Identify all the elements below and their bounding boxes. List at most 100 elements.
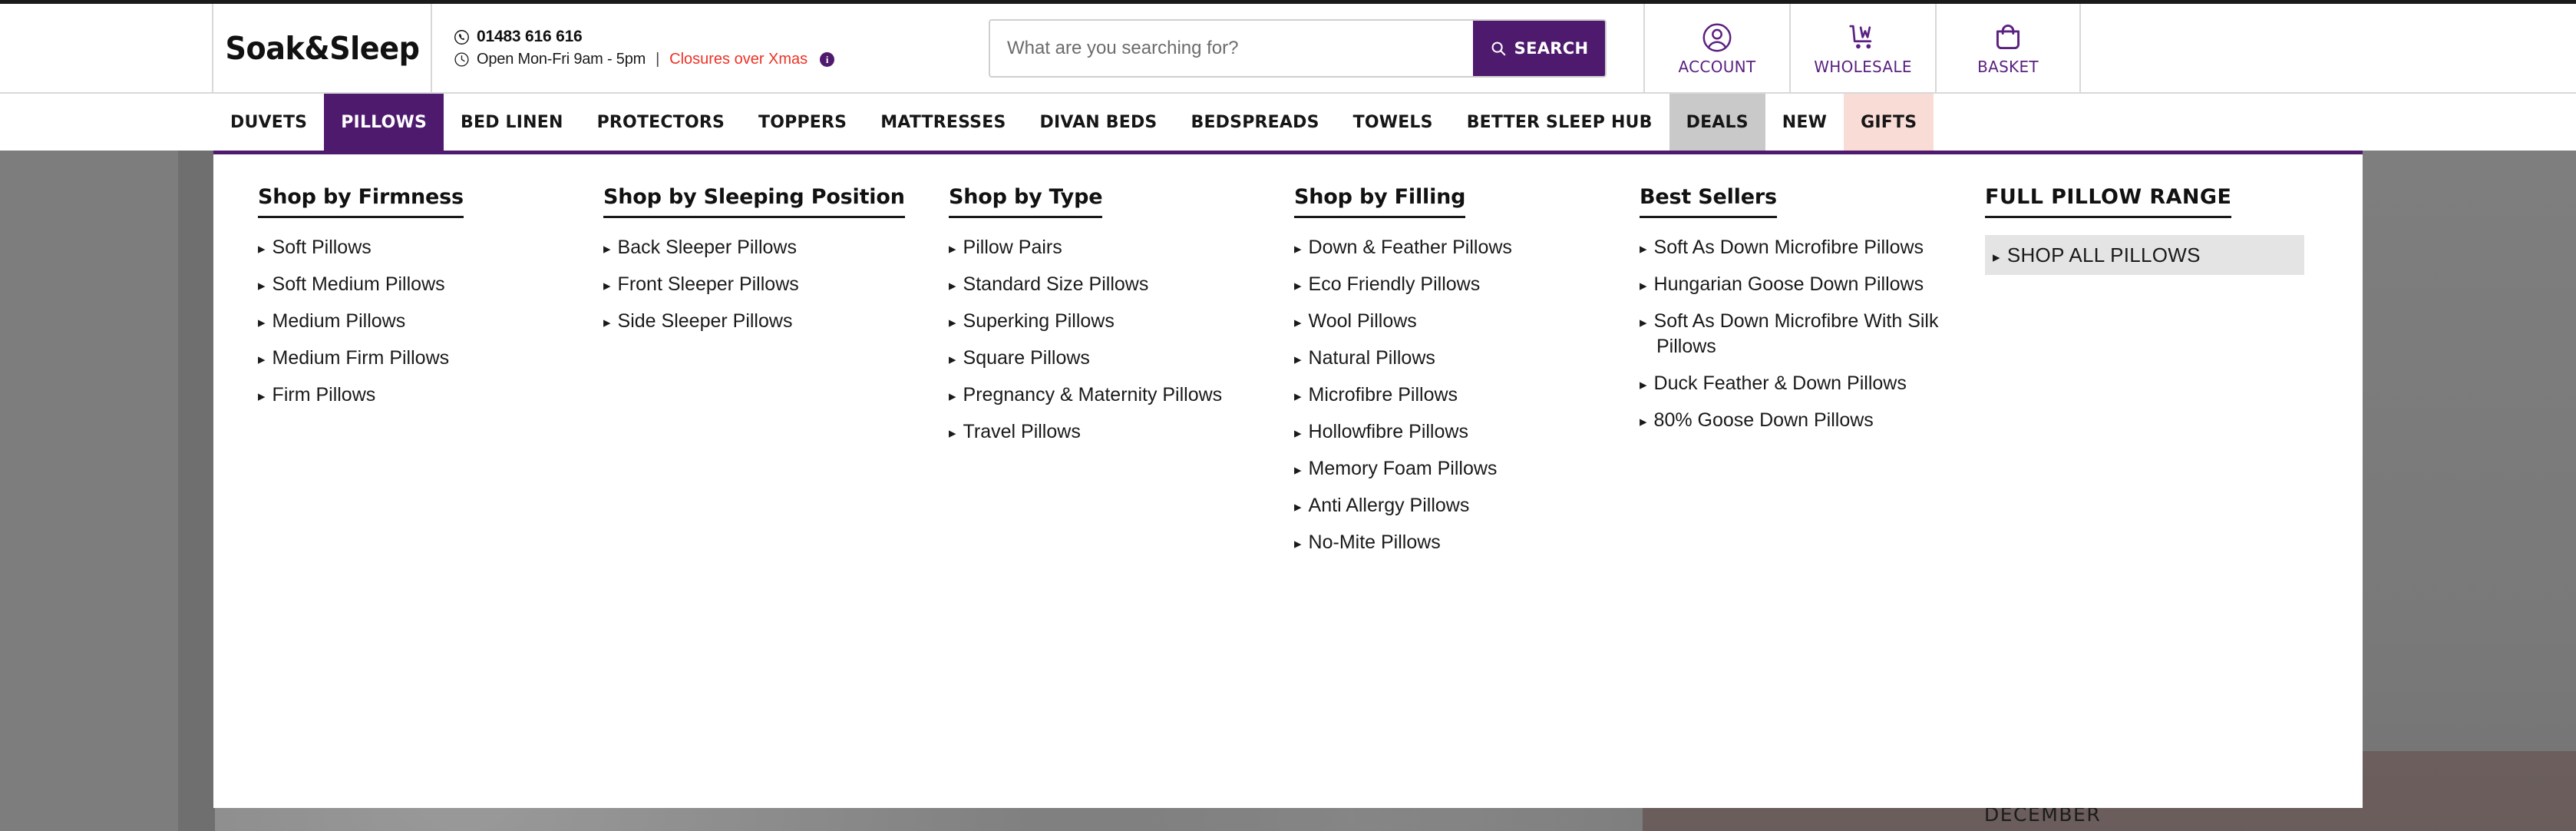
list-item: Eco Friendly Pillows [1294, 272, 1621, 297]
link-firm-pillows[interactable]: Firm Pillows [258, 382, 585, 408]
link-no-mite-pillows[interactable]: No-Mite Pillows [1294, 530, 1621, 555]
utility-nav: ACCOUNT WHOLESALE BASKET [1643, 4, 2081, 92]
list-item: 80% Goose Down Pillows [1640, 408, 1967, 433]
list-item: Firm Pillows [258, 382, 585, 408]
list-item: Hungarian Goose Down Pillows [1640, 272, 1967, 297]
column-best-sellers: Best Sellers Soft As Down Microfibre Pil… [1640, 185, 1985, 445]
column-heading: Best Sellers [1640, 185, 1777, 218]
list-item: Duck Feather & Down Pillows [1640, 371, 1967, 396]
list-item: Travel Pillows [949, 419, 1276, 445]
phone-number: 01483 616 616 [477, 28, 583, 45]
link-eco-friendly-pillows[interactable]: Eco Friendly Pillows [1294, 272, 1621, 297]
nav-item-bedspreads[interactable]: BEDSPREADS [1174, 94, 1336, 151]
list-item: SHOP ALL PILLOWS [1985, 235, 2304, 276]
column-heading: FULL PILLOW RANGE [1985, 185, 2232, 218]
nav-item-towels[interactable]: TOWELS [1336, 94, 1450, 151]
link-pregnancy-maternity-pillows[interactable]: Pregnancy & Maternity Pillows [949, 382, 1276, 408]
link-side-sleeper-pillows[interactable]: Side Sleeper Pillows [603, 309, 930, 334]
type-list: Pillow Pairs Standard Size Pillows Super… [949, 235, 1276, 445]
link-duck-feather-down-pillows[interactable]: Duck Feather & Down Pillows [1640, 371, 1967, 396]
list-item: Standard Size Pillows [949, 272, 1276, 297]
phone-line[interactable]: 01483 616 616 [454, 28, 989, 46]
info-icon[interactable]: i [820, 52, 835, 67]
shopping-cart-w-icon [1846, 21, 1880, 55]
nav-item-toppers[interactable]: TOPPERS [741, 94, 864, 151]
link-soft-as-down-microfibre-with-silk-pillows[interactable]: Soft As Down Microfibre With Silk Pillow… [1640, 309, 1967, 359]
list-item: Wool Pillows [1294, 309, 1621, 334]
nav-item-deals[interactable]: DEALS [1669, 94, 1765, 151]
nav-item-duvets[interactable]: DUVETS [213, 94, 324, 151]
column-heading: Shop by Type [949, 185, 1103, 218]
link-wool-pillows[interactable]: Wool Pillows [1294, 309, 1621, 334]
column-shop-by-type: Shop by Type Pillow Pairs Standard Size … [949, 185, 1294, 456]
list-item: Medium Pillows [258, 309, 585, 334]
link-medium-firm-pillows[interactable]: Medium Firm Pillows [258, 346, 585, 371]
page-root: DECEMBER Soak&Sleep 01483 616 616 Open M… [0, 0, 2576, 831]
list-item: Memory Foam Pillows [1294, 456, 1621, 482]
link-standard-size-pillows[interactable]: Standard Size Pillows [949, 272, 1276, 297]
hours-separator: | [656, 51, 660, 68]
primary-nav: DUVETS PILLOWS BED LINEN PROTECTORS TOPP… [0, 94, 2576, 151]
list-item: Down & Feather Pillows [1294, 235, 1621, 260]
link-square-pillows[interactable]: Square Pillows [949, 346, 1276, 371]
link-shop-all-pillows[interactable]: SHOP ALL PILLOWS [1985, 235, 2304, 276]
logo-text: Soak&Sleep [225, 29, 419, 67]
position-list: Back Sleeper Pillows Front Sleeper Pillo… [603, 235, 930, 334]
column-heading: Shop by Sleeping Position [603, 185, 905, 218]
link-hollowfibre-pillows[interactable]: Hollowfibre Pillows [1294, 419, 1621, 445]
nav-item-gifts[interactable]: GIFTS [1844, 94, 1934, 151]
column-shop-by-filling: Shop by Filling Down & Feather Pillows E… [1294, 185, 1640, 567]
shopping-bag-icon [1991, 21, 2025, 55]
column-shop-by-sleeping-position: Shop by Sleeping Position Back Sleeper P… [603, 185, 949, 346]
link-pillow-pairs[interactable]: Pillow Pairs [949, 235, 1276, 260]
pillows-mega-menu: Shop by Firmness Soft Pillows Soft Mediu… [213, 151, 2363, 808]
link-back-sleeper-pillows[interactable]: Back Sleeper Pillows [603, 235, 930, 260]
nav-item-divan-beds[interactable]: DIVAN BEDS [1023, 94, 1174, 151]
search-button-label: SEARCH [1514, 38, 1589, 58]
link-down-feather-pillows[interactable]: Down & Feather Pillows [1294, 235, 1621, 260]
search-button[interactable]: SEARCH [1473, 20, 1605, 76]
column-heading: Shop by Firmness [258, 185, 464, 218]
column-heading: Shop by Filling [1294, 185, 1465, 218]
nav-item-new[interactable]: NEW [1765, 94, 1844, 151]
link-soft-as-down-microfibre-pillows[interactable]: Soft As Down Microfibre Pillows [1640, 235, 1967, 260]
account-label: ACCOUNT [1678, 57, 1756, 76]
logo[interactable]: Soak&Sleep [213, 4, 432, 92]
list-item: No-Mite Pillows [1294, 530, 1621, 555]
nav-item-better-sleep-hub[interactable]: BETTER SLEEP HUB [1450, 94, 1669, 151]
link-anti-allergy-pillows[interactable]: Anti Allergy Pillows [1294, 493, 1621, 518]
contact-block: 01483 616 616 Open Mon-Fri 9am - 5pm | C… [432, 4, 989, 92]
list-item: Anti Allergy Pillows [1294, 493, 1621, 518]
link-microfibre-pillows[interactable]: Microfibre Pillows [1294, 382, 1621, 408]
link-hungarian-goose-down-pillows[interactable]: Hungarian Goose Down Pillows [1640, 272, 1967, 297]
nav-item-bed-linen[interactable]: BED LINEN [444, 94, 580, 151]
link-front-sleeper-pillows[interactable]: Front Sleeper Pillows [603, 272, 930, 297]
list-item: Back Sleeper Pillows [603, 235, 930, 260]
user-circle-icon [1700, 21, 1734, 55]
closures-link[interactable]: Closures over Xmas [669, 51, 807, 68]
search-block: SEARCH [989, 4, 1607, 92]
wholesale-button[interactable]: WHOLESALE [1789, 4, 1935, 92]
link-travel-pillows[interactable]: Travel Pillows [949, 419, 1276, 445]
link-memory-foam-pillows[interactable]: Memory Foam Pillows [1294, 456, 1621, 482]
phone-icon [454, 29, 470, 45]
link-80-percent-goose-down-pillows[interactable]: 80% Goose Down Pillows [1640, 408, 1967, 433]
nav-item-mattresses[interactable]: MATTRESSES [864, 94, 1022, 151]
search-input[interactable] [990, 20, 1473, 76]
column-shop-by-firmness: Shop by Firmness Soft Pillows Soft Mediu… [258, 185, 603, 419]
link-medium-pillows[interactable]: Medium Pillows [258, 309, 585, 334]
list-item: Side Sleeper Pillows [603, 309, 930, 334]
list-item: Medium Firm Pillows [258, 346, 585, 371]
nav-item-protectors[interactable]: PROTECTORS [580, 94, 741, 151]
account-button[interactable]: ACCOUNT [1643, 4, 1789, 92]
backdrop-left-strip [178, 151, 215, 831]
basket-button[interactable]: BASKET [1935, 4, 2081, 92]
nav-item-pillows[interactable]: PILLOWS [324, 94, 444, 151]
list-item: Natural Pillows [1294, 346, 1621, 371]
full-range-list: SHOP ALL PILLOWS [1985, 235, 2304, 276]
link-soft-pillows[interactable]: Soft Pillows [258, 235, 585, 260]
link-superking-pillows[interactable]: Superking Pillows [949, 309, 1276, 334]
list-item: Microfibre Pillows [1294, 382, 1621, 408]
link-soft-medium-pillows[interactable]: Soft Medium Pillows [258, 272, 585, 297]
link-natural-pillows[interactable]: Natural Pillows [1294, 346, 1621, 371]
